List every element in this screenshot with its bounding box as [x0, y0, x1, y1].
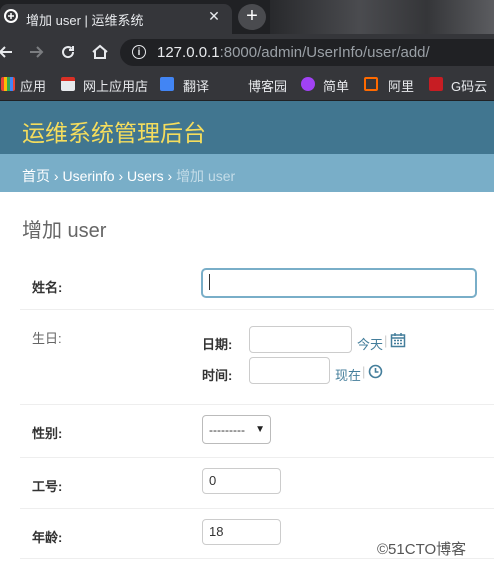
calendar-icon[interactable]: [390, 332, 406, 348]
site-info-icon[interactable]: i: [132, 45, 146, 59]
new-tab-button[interactable]: +: [238, 4, 266, 30]
work-no-value: 0: [209, 473, 217, 488]
breadcrumb-separator: ›: [118, 168, 124, 184]
date-label: 日期:: [202, 337, 233, 352]
breadcrumb: 首页 › Userinfo › Users › 增加 user: [22, 166, 235, 186]
breadcrumb-home[interactable]: 首页: [22, 168, 50, 184]
bookmark-translate[interactable]: 翻译: [183, 76, 209, 95]
gitee-icon: [429, 77, 443, 91]
apps-grid-icon: [1, 77, 15, 91]
breadcrumb-current: 增加 user: [176, 168, 236, 184]
gender-selected-value: ---------: [209, 423, 245, 437]
home-icon[interactable]: [90, 42, 110, 62]
row-divider: [20, 309, 494, 310]
bookmark-cnblogs[interactable]: 博客园: [248, 76, 287, 95]
row-divider: [20, 508, 494, 509]
breadcrumb-separator: ›: [53, 168, 59, 184]
tab-title: 增加 user | 运维系统: [26, 13, 144, 28]
work-no-input[interactable]: 0: [202, 468, 281, 494]
breadcrumb-separator: ›: [167, 168, 173, 184]
page-title: 增加 user: [22, 220, 107, 242]
link-divider: |: [362, 364, 366, 379]
text-caret: [209, 274, 210, 290]
name-input[interactable]: [202, 269, 476, 297]
forward-arrow-icon[interactable]: [26, 42, 46, 62]
bookmark-gitee[interactable]: G码云: [451, 76, 487, 95]
aliyun-icon: [364, 77, 378, 91]
birthday-label: 生日:: [32, 331, 62, 346]
url-text[interactable]: 127.0.0.1:8000/admin/UserInfo/user/add/: [157, 44, 430, 61]
bookmark-apps[interactable]: 应用: [20, 76, 46, 95]
back-arrow-icon[interactable]: [0, 42, 16, 62]
tab-strip-background: [270, 0, 494, 34]
jianshu-icon: [301, 77, 315, 91]
work-no-label: 工号:: [32, 479, 63, 494]
link-divider: |: [384, 333, 388, 348]
bookmark-aliyun[interactable]: 阿里: [388, 76, 414, 95]
web-store-icon: [61, 77, 75, 91]
dropdown-arrow-icon: ▼: [255, 424, 265, 435]
gender-label: 性别:: [32, 426, 63, 441]
close-tab-icon[interactable]: ✕: [206, 8, 222, 24]
date-input[interactable]: [249, 326, 352, 353]
breadcrumb-app[interactable]: Userinfo: [62, 168, 114, 184]
age-input[interactable]: 18: [202, 519, 281, 545]
site-title[interactable]: 运维系统管理后台: [22, 114, 206, 148]
time-label: 时间:: [202, 368, 233, 383]
now-link[interactable]: 现在: [335, 365, 361, 384]
age-value: 18: [209, 524, 224, 539]
time-input[interactable]: [249, 357, 330, 384]
gender-select[interactable]: --------- ▼: [202, 415, 271, 444]
today-link[interactable]: 今天: [357, 334, 383, 353]
site-favicon-icon: [4, 9, 18, 23]
clock-icon[interactable]: [368, 364, 383, 379]
breadcrumb-model[interactable]: Users: [127, 168, 164, 184]
watermark: ©51CTO博客: [377, 541, 467, 558]
row-divider: [20, 457, 494, 458]
bookmark-web-store[interactable]: 网上应用店: [83, 76, 148, 95]
reload-icon[interactable]: [58, 42, 78, 62]
bookmark-jianshu[interactable]: 简单: [323, 76, 349, 95]
translate-icon: [160, 77, 174, 91]
age-label: 年龄:: [32, 530, 63, 545]
row-divider: [20, 404, 494, 405]
name-label: 姓名:: [32, 280, 63, 295]
